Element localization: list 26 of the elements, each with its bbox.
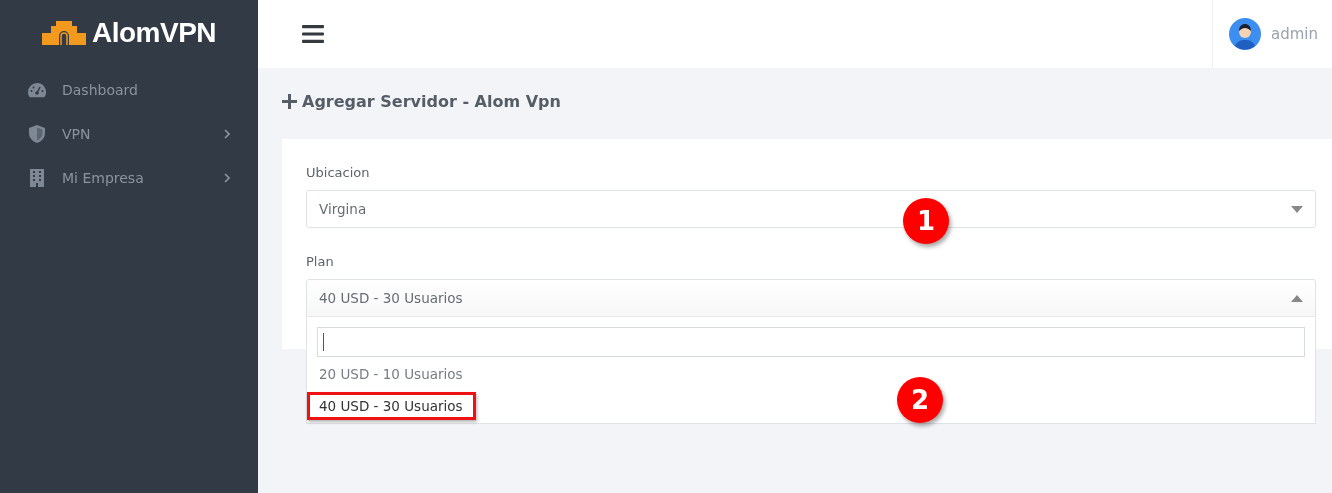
user-name: admin bbox=[1271, 25, 1318, 43]
sidebar-item-label: VPN bbox=[62, 126, 92, 142]
search-field[interactable] bbox=[317, 327, 1305, 357]
menu-icon bbox=[302, 25, 324, 43]
sidebar-item[interactable]: VPN bbox=[0, 112, 258, 156]
select-field[interactable]: 40 USD - 30 Usuarios bbox=[306, 279, 1316, 317]
brand-name: AlomVPN bbox=[91, 17, 217, 49]
field-label: Ubicacion bbox=[306, 165, 371, 180]
building-icon bbox=[27, 169, 47, 187]
shield-icon bbox=[27, 125, 47, 143]
avatar-icon bbox=[1229, 18, 1261, 50]
sidebar-item-label: Dashboard bbox=[62, 82, 139, 98]
caret-icon bbox=[1291, 205, 1303, 213]
sidebar-item-label: Mi Empresa bbox=[62, 170, 145, 186]
field-label: Plan bbox=[306, 254, 335, 269]
chevron-icon bbox=[224, 173, 230, 183]
chevron-icon bbox=[224, 129, 230, 139]
sidebar-item[interactable]: Dashboard bbox=[0, 68, 258, 112]
logo-icon bbox=[41, 21, 86, 45]
gauge-icon bbox=[27, 82, 47, 98]
page-title: Agregar Servidor - Alom Vpn bbox=[302, 92, 561, 111]
plus-icon bbox=[282, 94, 297, 109]
sidebar-item[interactable]: Mi Empresa bbox=[0, 156, 258, 200]
caret-icon bbox=[1291, 294, 1303, 302]
user-menu[interactable]: admin bbox=[1212, 0, 1332, 68]
dropdown-option[interactable]: 40 USD - 30 Usuarios bbox=[307, 392, 476, 420]
